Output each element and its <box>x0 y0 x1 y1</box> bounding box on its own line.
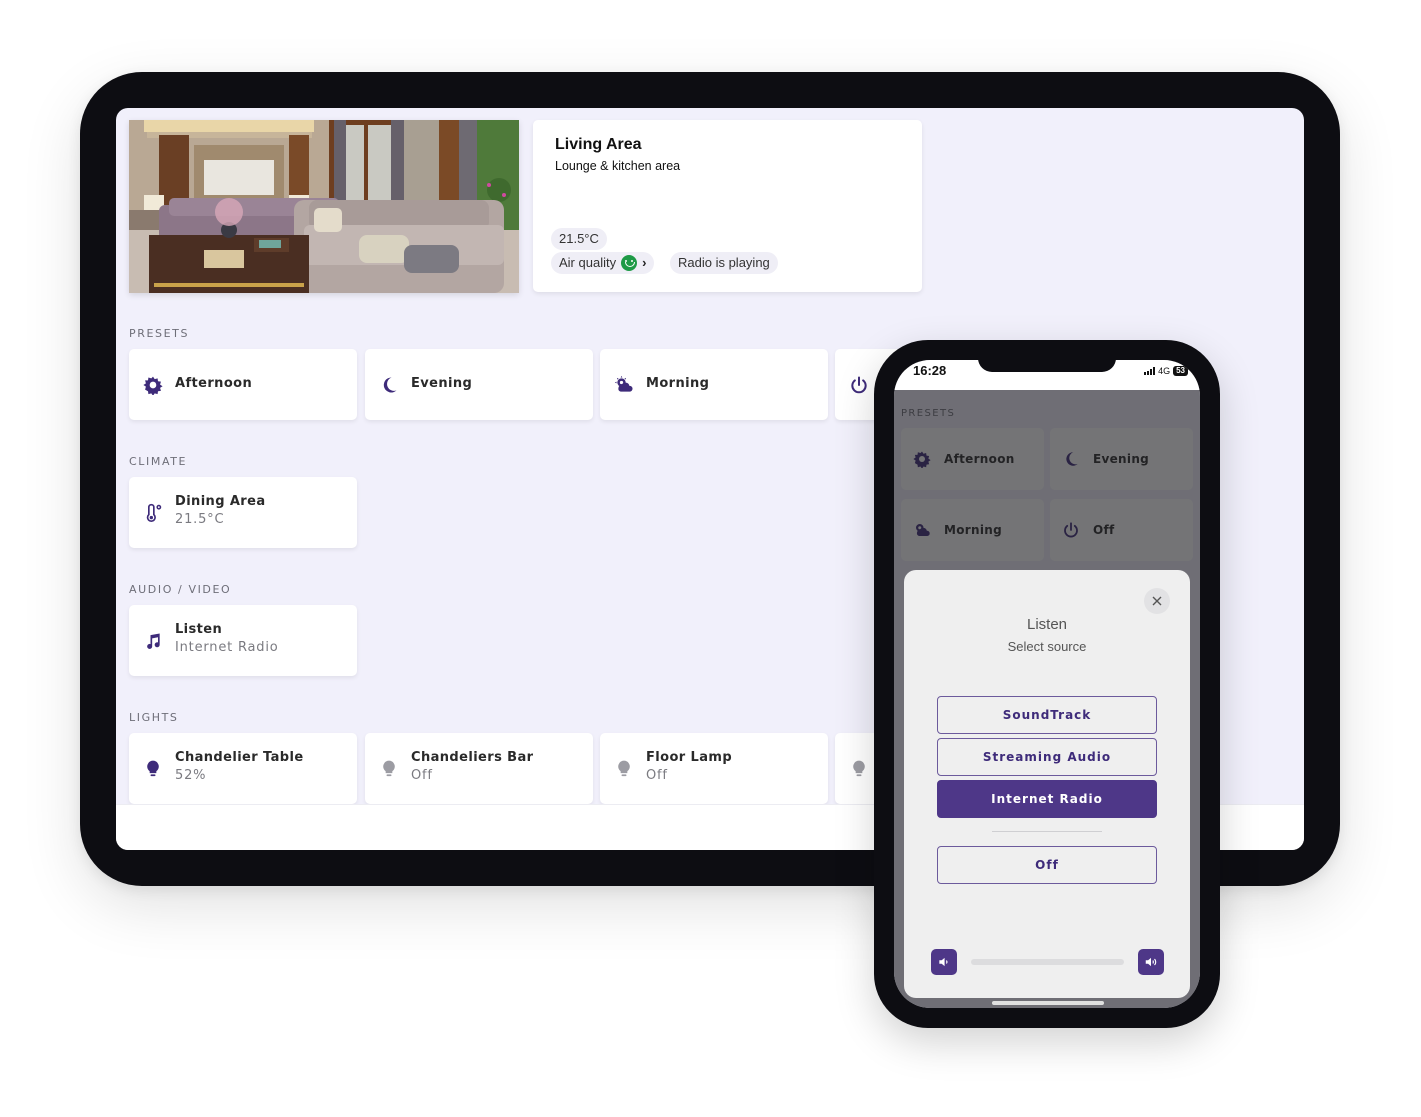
section-label-presets: PRESETS <box>129 327 190 340</box>
preset-label: Afternoon <box>175 376 253 391</box>
room-title: Living Area <box>555 136 642 153</box>
air-quality-chip[interactable]: Air quality › <box>551 252 655 274</box>
source-button-streaming-audio[interactable]: Streaming Audio <box>937 738 1157 776</box>
audio-value: Internet Radio <box>175 640 279 655</box>
volume-down-icon <box>939 957 948 967</box>
room-info-card[interactable]: Living Area Lounge & kitchen area 21.5°C… <box>533 120 922 292</box>
room-subtitle: Lounge & kitchen area <box>555 159 681 173</box>
room-photo <box>129 120 519 293</box>
chevron-right-icon: › <box>642 255 647 270</box>
light-name: Chandeliers Bar <box>411 750 534 765</box>
signal-icon <box>1144 367 1156 375</box>
power-icon <box>849 375 869 395</box>
audio-tile-listen[interactable]: Listen Internet Radio <box>129 605 357 676</box>
lightbulb-off-icon <box>849 759 869 779</box>
source-button-internet-radio[interactable]: Internet Radio <box>937 780 1157 818</box>
air-quality-label: Air quality <box>559 255 617 270</box>
home-indicator[interactable] <box>992 1001 1104 1005</box>
light-value: Off <box>411 768 433 783</box>
preset-label: Morning <box>646 376 710 391</box>
preset-tile-morning[interactable]: Morning <box>600 349 828 420</box>
climate-tile-dining-area[interactable]: Dining Area 21.5°C <box>129 477 357 548</box>
climate-value: 21.5°C <box>175 512 225 527</box>
temperature-value: 21.5°C <box>559 231 599 246</box>
volume-up-icon <box>1145 957 1157 967</box>
lightbulb-off-icon <box>379 759 399 779</box>
media-status-text: Radio is playing <box>678 255 770 270</box>
light-name: Chandelier Table <box>175 750 304 765</box>
sun-icon <box>143 375 163 395</box>
phone-screen: PRESETS Afternoon Evening Morning <box>894 360 1200 1008</box>
lightbulb-on-icon <box>143 759 163 779</box>
modal-divider <box>992 831 1102 832</box>
section-label-climate: CLIMATE <box>129 455 188 468</box>
media-status-chip[interactable]: Radio is playing <box>670 252 778 274</box>
volume-up-button[interactable] <box>1138 949 1164 975</box>
light-tile-floor-lamp[interactable]: Floor Lamp Off <box>600 733 828 804</box>
light-value: Off <box>646 768 668 783</box>
source-button-soundtrack[interactable]: SoundTrack <box>937 696 1157 734</box>
listen-source-modal: Listen Select source SoundTrack Streamin… <box>904 570 1190 998</box>
status-time: 16:28 <box>913 363 947 378</box>
battery-level: 53 <box>1173 366 1188 376</box>
thermometer-icon <box>143 503 163 523</box>
music-note-icon <box>143 631 163 651</box>
volume-slider[interactable] <box>971 959 1124 965</box>
light-name: Floor Lamp <box>646 750 733 765</box>
section-label-lights: LIGHTS <box>129 711 179 724</box>
climate-name: Dining Area <box>175 494 266 509</box>
audio-name: Listen <box>175 622 223 637</box>
status-indicators: 4G 53 <box>1144 366 1188 376</box>
lightbulb-off-icon <box>614 759 634 779</box>
preset-tile-evening[interactable]: Evening <box>365 349 593 420</box>
preset-label: Evening <box>411 376 473 391</box>
close-icon <box>1152 596 1162 606</box>
source-off-button[interactable]: Off <box>937 846 1157 884</box>
network-type: 4G <box>1158 366 1171 376</box>
moon-icon <box>379 375 399 395</box>
phone-notch <box>978 360 1116 372</box>
close-button[interactable] <box>1144 588 1170 614</box>
sun-cloud-icon <box>614 375 634 395</box>
phone-status-bar: 16:28 4G 53 <box>894 360 1200 390</box>
light-tile-chandeliers-bar[interactable]: Chandeliers Bar Off <box>365 733 593 804</box>
section-label-audio-video: AUDIO / VIDEO <box>129 583 232 596</box>
smiley-good-icon <box>621 255 638 271</box>
living-room-image <box>129 120 519 293</box>
modal-subtitle: Select source <box>1007 639 1087 654</box>
light-value: 52% <box>175 768 207 783</box>
light-tile-chandelier-table[interactable]: Chandelier Table 52% <box>129 733 357 804</box>
modal-title: Listen <box>1026 616 1068 633</box>
temperature-chip: 21.5°C <box>551 228 607 250</box>
preset-tile-afternoon[interactable]: Afternoon <box>129 349 357 420</box>
volume-down-button[interactable] <box>931 949 957 975</box>
phone-device: PRESETS Afternoon Evening Morning <box>874 340 1220 1028</box>
